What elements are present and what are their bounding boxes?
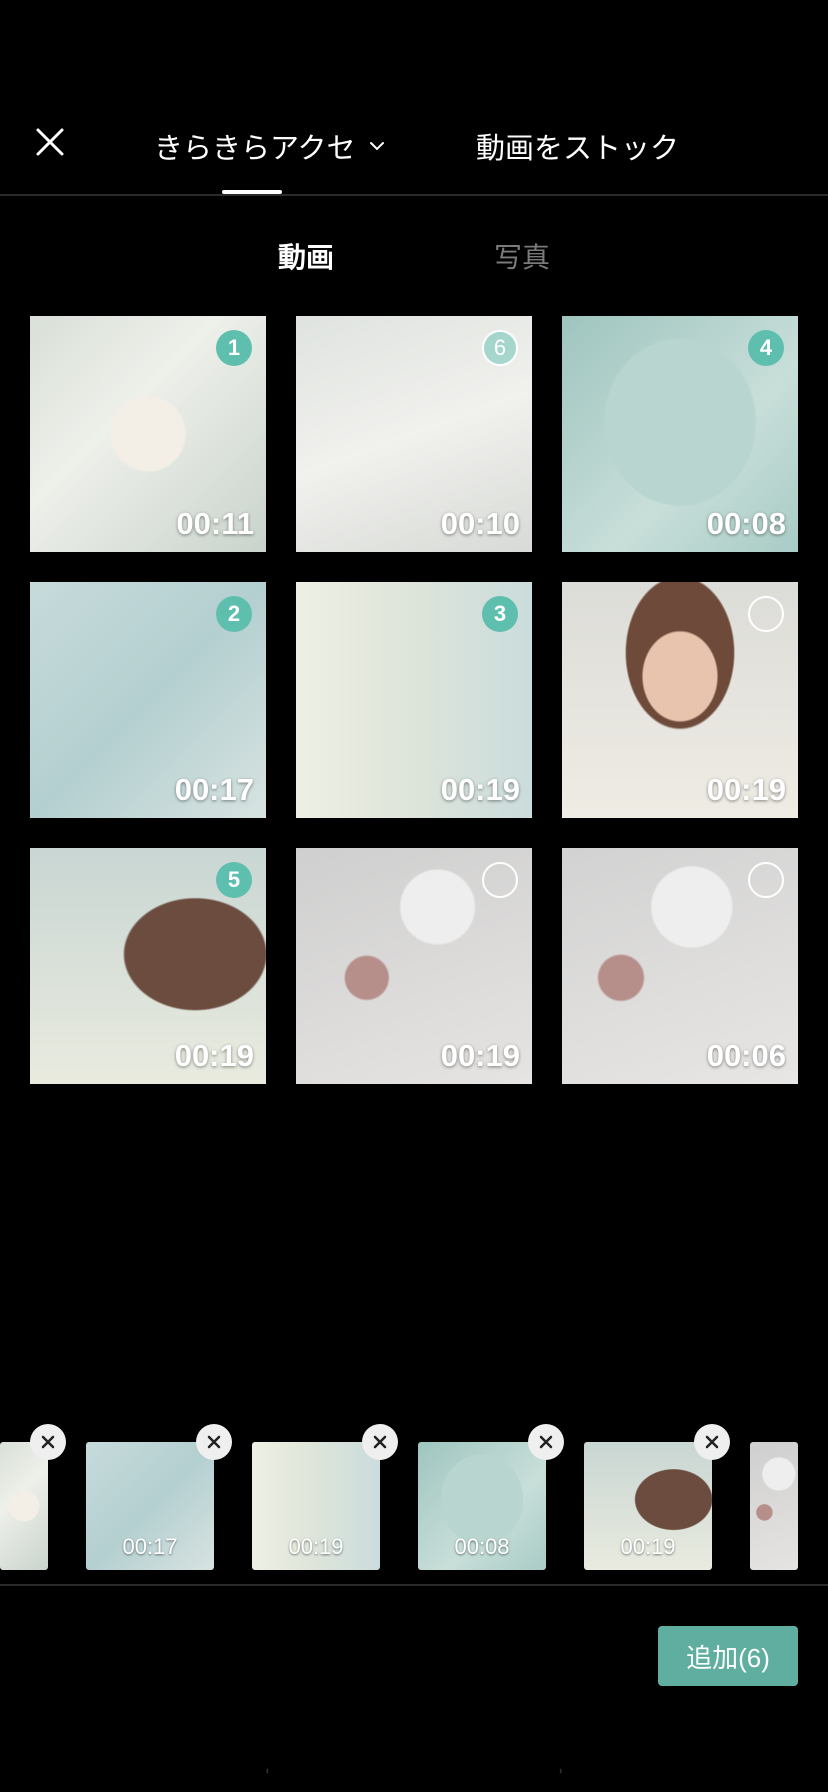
thumb-duration: 00:08 [454, 1534, 510, 1559]
home-indicator [266, 1768, 562, 1774]
remove-icon[interactable] [362, 1424, 398, 1460]
media-tile[interactable]: 00:06 [562, 848, 798, 1084]
duration-label: 00:17 [174, 772, 254, 807]
selection-badge[interactable]: 5 [216, 862, 252, 898]
selected-thumb[interactable]: 00:19 [252, 1442, 380, 1570]
selection-badge[interactable]: 3 [482, 596, 518, 632]
chevron-down-icon [369, 142, 384, 151]
thumb-duration: 00:17 [122, 1534, 178, 1559]
selected-thumb[interactable]: 00:08 [418, 1442, 546, 1570]
stock-label: 動画をストック [476, 133, 680, 165]
divider [0, 1584, 828, 1586]
media-tile[interactable]: 00:19 [562, 582, 798, 818]
duration-label: 00:08 [706, 506, 786, 541]
selection-circle[interactable] [748, 596, 784, 632]
selection-circle[interactable] [482, 862, 518, 898]
duration-label: 00:06 [706, 1038, 786, 1073]
selection-circle[interactable] [748, 862, 784, 898]
duration-label: 00:19 [440, 772, 520, 807]
duration-label: 00:19 [174, 1038, 254, 1073]
selected-thumb[interactable]: 00:17 [86, 1442, 214, 1570]
add-button[interactable]: 追加(6) [658, 1626, 798, 1686]
stock-tab[interactable]: 動画をストック [476, 122, 679, 170]
selected-thumb[interactable] [750, 1442, 798, 1570]
duration-label: 00:19 [440, 1038, 520, 1073]
album-selector-tab[interactable]: きらきらアクセ [154, 122, 386, 170]
remove-icon[interactable] [528, 1424, 564, 1460]
thumb-duration: 00:19 [620, 1534, 676, 1559]
selected-thumb[interactable] [0, 1442, 48, 1570]
duration-label: 00:11 [176, 506, 254, 541]
top-bar: きらきらアクセ 動画をストック [0, 0, 828, 196]
media-tile[interactable]: 00:19 [296, 848, 532, 1084]
selected-thumb[interactable]: 00:19 [584, 1442, 712, 1570]
active-tab-indicator [222, 190, 282, 194]
subtab-photo[interactable]: 写真 [494, 234, 550, 278]
selection-badge[interactable]: 2 [216, 596, 252, 632]
media-tile[interactable]: 2 00:17 [30, 582, 266, 818]
media-tile[interactable]: 4 00:08 [562, 316, 798, 552]
selection-badge[interactable]: 6 [482, 330, 518, 366]
selection-badge[interactable]: 4 [748, 330, 784, 366]
media-tile[interactable]: 3 00:19 [296, 582, 532, 818]
duration-label: 00:19 [706, 772, 786, 807]
media-tile[interactable]: 6 00:10 [296, 316, 532, 552]
remove-icon[interactable] [694, 1424, 730, 1460]
album-label: きらきらアクセ [154, 133, 356, 165]
selection-badge[interactable]: 1 [216, 330, 252, 366]
duration-label: 00:10 [440, 506, 520, 541]
media-tile[interactable]: 5 00:19 [30, 848, 266, 1084]
media-tile[interactable]: 1 00:11 [30, 316, 266, 552]
subtab-video[interactable]: 動画 [278, 234, 334, 278]
close-icon[interactable] [26, 118, 74, 166]
remove-icon[interactable] [30, 1424, 66, 1460]
thumb-duration: 00:19 [288, 1534, 344, 1559]
remove-icon[interactable] [196, 1424, 232, 1460]
